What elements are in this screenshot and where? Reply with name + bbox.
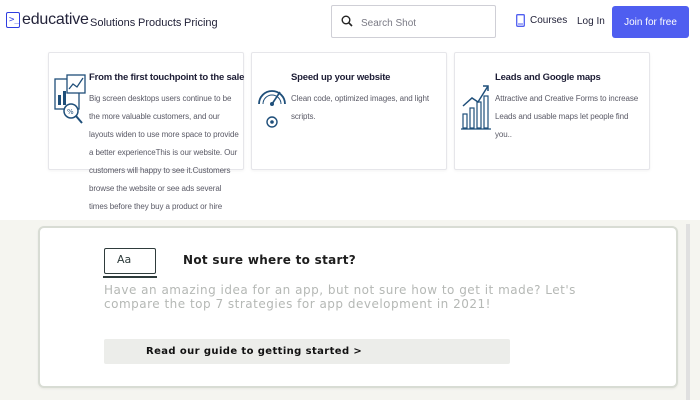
card-title-speed: Speed up your website [291,72,391,83]
nav-link-pricing[interactable]: Pricing [184,17,218,29]
guide-title: Not sure where to start? [183,253,357,267]
read-guide-button[interactable]: Read our guide to getting started > [104,339,510,364]
growth-chart-icon [461,85,491,130]
scrollbar[interactable] [686,224,690,400]
guide-description: Have an amazing idea for an app, but not… [104,283,576,311]
search-box [331,5,496,38]
logo-text: educative [22,11,89,28]
courses-link[interactable]: Courses [516,14,567,27]
logo[interactable]: >_ educative [6,11,89,29]
search-input[interactable] [359,14,488,32]
nav-link-solutions[interactable]: Solutions [90,17,135,29]
nav-link-products[interactable]: Products [138,17,181,29]
book-icon [516,14,525,27]
analytics-magnifier-icon: % [54,74,86,124]
top-navigation: >_ educative Solutions Products Pricing … [0,0,700,46]
typography-icon: Aa [103,248,157,278]
card-title-leads: Leads and Google maps [495,72,601,83]
login-link[interactable]: Log In [577,16,605,27]
join-for-free-button[interactable]: Join for free [612,6,689,38]
svg-text:%: % [67,108,74,116]
courses-label: Courses [530,15,568,26]
search-icon [341,15,353,27]
card-body-speed: Clean code, optimized images, and light … [291,94,429,121]
card-body-leads: Attractive and Creative Forms to increas… [495,94,639,139]
logo-icon: >_ [6,12,20,28]
speedometer-icon [258,90,286,128]
card-title-touchpoint: From the first touchpoint to the sale [89,72,245,83]
